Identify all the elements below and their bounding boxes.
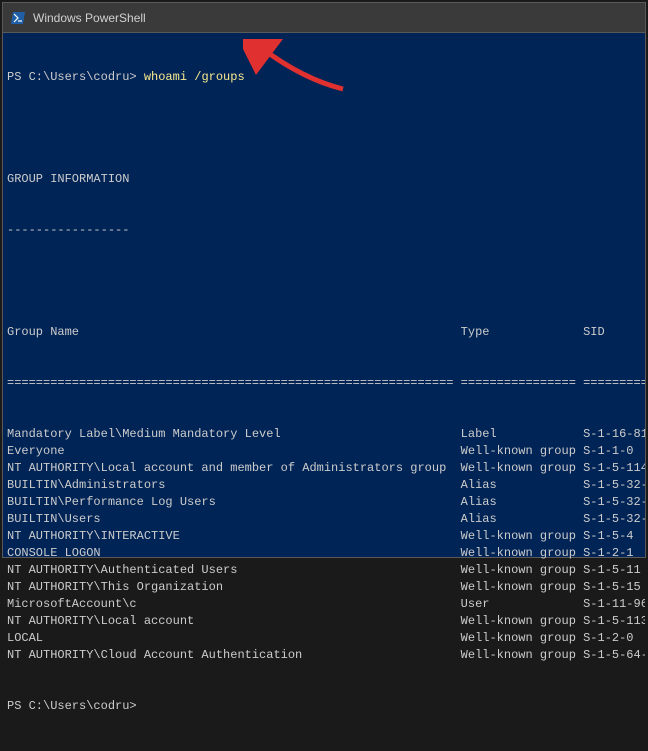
section-header: GROUP INFORMATION — [7, 171, 641, 188]
table-row: NT AUTHORITY\INTERACTIVE Well-known grou… — [7, 528, 641, 545]
titlebar[interactable]: Windows PowerShell — [3, 3, 645, 33]
table-row: BUILTIN\Performance Log Users Alias S-1-… — [7, 494, 641, 511]
prompt-line-2: PS C:\Users\codru> — [7, 698, 641, 715]
table-row: NT AUTHORITY\Cloud Account Authenticatio… — [7, 647, 641, 664]
section-underline: ----------------- — [7, 222, 641, 239]
columns-header: Group Name Type SID — [7, 324, 641, 341]
header-divider: ========================================… — [7, 375, 641, 392]
table-row: BUILTIN\Users Alias S-1-5-32-545 — [7, 511, 641, 528]
terminal-output[interactable]: PS C:\Users\codru> whoami /groups GROUP … — [3, 33, 645, 751]
table-row: Everyone Well-known group S-1-1-0 — [7, 443, 641, 460]
table-row: Mandatory Label\Medium Mandatory Level L… — [7, 426, 641, 443]
prompt-path: PS C:\Users\codru> — [7, 699, 137, 713]
powershell-window: Windows PowerShell PS C:\Users\codru> wh… — [2, 2, 646, 558]
table-row: NT AUTHORITY\Local account and member of… — [7, 460, 641, 477]
prompt-path: PS C:\Users\codru> — [7, 70, 137, 84]
prompt-line-1: PS C:\Users\codru> whoami /groups — [7, 69, 641, 86]
table-rows: Mandatory Label\Medium Mandatory Level L… — [7, 426, 641, 664]
blank-line — [7, 120, 641, 137]
table-row: NT AUTHORITY\Authenticated Users Well-kn… — [7, 562, 641, 579]
table-row: NT AUTHORITY\Local account Well-known gr… — [7, 613, 641, 630]
table-row: NT AUTHORITY\This Organization Well-know… — [7, 579, 641, 596]
powershell-icon — [11, 10, 27, 26]
table-row: MicrosoftAccount\c User S-1-11-96-362345… — [7, 596, 641, 613]
table-row: BUILTIN\Administrators Alias S-1-5-32-54… — [7, 477, 641, 494]
table-row: LOCAL Well-known group S-1-2-0 — [7, 630, 641, 647]
table-row: CONSOLE LOGON Well-known group S-1-2-1 — [7, 545, 641, 562]
prompt-command: whoami /groups — [144, 70, 245, 84]
window-title: Windows PowerShell — [33, 11, 146, 25]
blank-line — [7, 273, 641, 290]
